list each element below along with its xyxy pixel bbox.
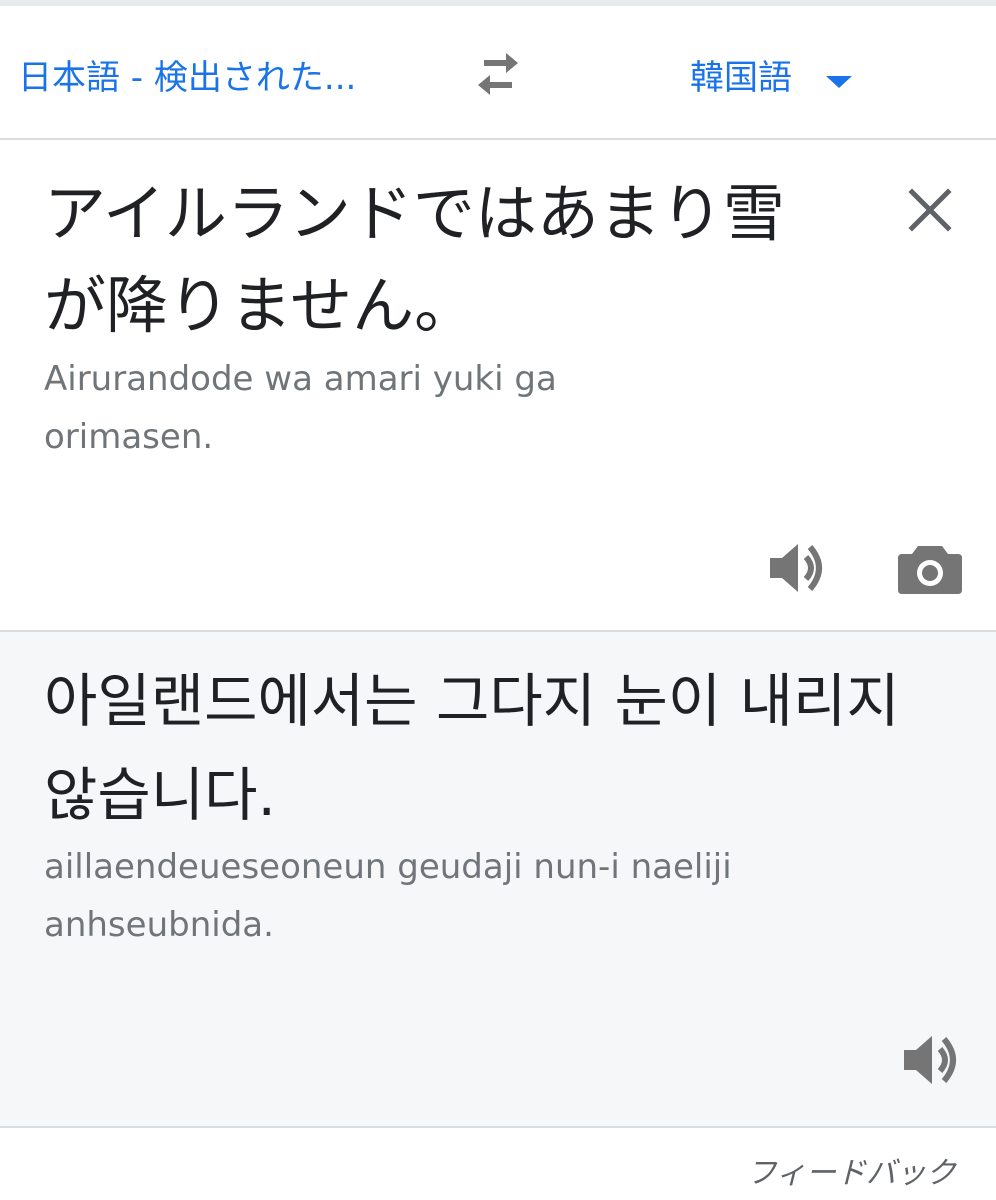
source-panel: アイルランドではあまり雪が降りません。 Airurandode wa amari… — [0, 140, 996, 630]
swap-languages-button[interactable] — [466, 46, 530, 102]
source-language-selector[interactable]: 日本語 - 検出された... — [18, 50, 356, 99]
source-listen-button[interactable] — [764, 536, 828, 600]
source-text[interactable]: アイルランドではあまり雪が降りません。 — [44, 168, 824, 352]
language-bar: 日本語 - 検出された... 韓国語 — [0, 6, 996, 140]
close-icon — [908, 188, 952, 232]
swap-arrows-icon — [478, 53, 518, 95]
feedback-link[interactable]: フィードバック — [747, 1148, 956, 1192]
translation-text[interactable]: 아일랜드에서는 그다지 눈이 내리지 않습니다. — [44, 654, 964, 842]
translation-panel: 아일랜드에서는 그다지 눈이 내리지 않습니다. aillaendeueseon… — [0, 632, 996, 1126]
translate-app: 日本語 - 検出された... 韓国語 アイルランドではあまり雪が降りません。 A… — [0, 0, 996, 1200]
bottom-divider — [0, 1126, 996, 1128]
speaker-icon — [770, 544, 822, 592]
translation-romanization: aillaendeueseoneun geudaji nun-i naeliji… — [44, 847, 732, 945]
camera-button[interactable] — [896, 536, 964, 600]
target-language-selector[interactable]: 韓国語 — [690, 50, 792, 99]
speaker-icon — [904, 1036, 956, 1084]
translation-listen-button[interactable] — [898, 1028, 962, 1092]
source-romanization: Airurandode wa amari yuki ga orimasen. — [44, 359, 557, 457]
caret-down-icon[interactable] — [824, 74, 854, 90]
clear-input-button[interactable] — [900, 180, 960, 240]
camera-icon — [898, 546, 962, 594]
